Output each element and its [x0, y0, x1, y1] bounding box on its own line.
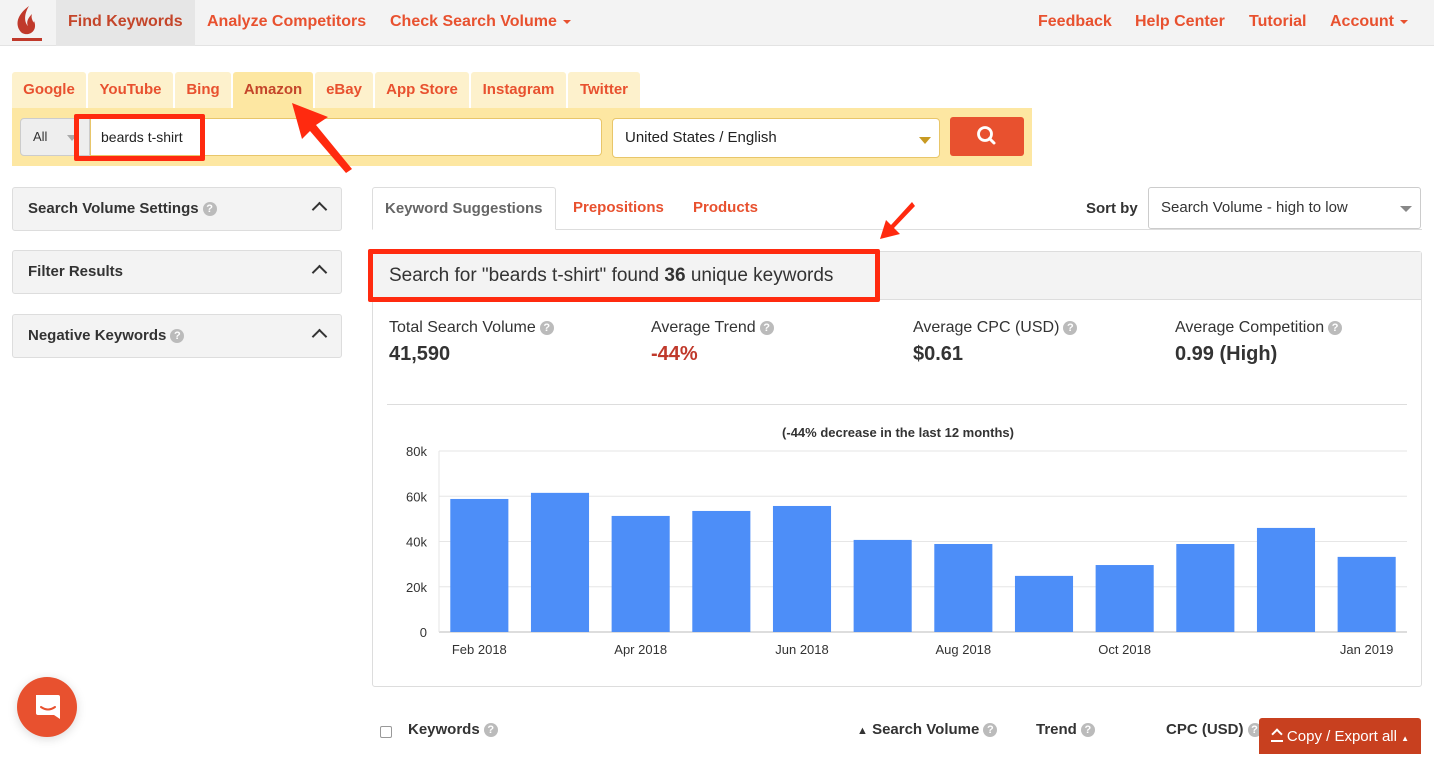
nav-help-center[interactable]: Help Center: [1123, 0, 1237, 46]
y-tick-label: 20k: [406, 580, 427, 595]
annotation-arrow-icon: [880, 202, 915, 239]
caret-up-icon: ▲: [1401, 734, 1410, 743]
select-all-checkbox[interactable]: [380, 726, 392, 738]
chat-widget-button[interactable]: [17, 677, 77, 737]
x-tick-label: Aug 2018: [935, 642, 991, 657]
chat-icon: [36, 695, 60, 719]
top-navbar: Find Keywords Analyze Competitors Check …: [0, 0, 1434, 46]
column-label: Trend: [1036, 721, 1077, 738]
tab-twitter[interactable]: Twitter: [568, 72, 640, 108]
bar: [853, 539, 912, 632]
tab-app-store[interactable]: App Store: [375, 72, 469, 108]
search-button[interactable]: [950, 117, 1024, 156]
bar: [450, 498, 509, 632]
nav-account[interactable]: Account: [1318, 0, 1420, 46]
bar: [1095, 565, 1154, 632]
nav-analyze-competitors[interactable]: Analyze Competitors: [195, 0, 378, 46]
y-tick-label: 80k: [406, 444, 427, 459]
caret-down-icon: [562, 19, 571, 24]
panel-search-volume-settings[interactable]: Search Volume Settings?: [12, 187, 342, 231]
help-icon[interactable]: ?: [983, 723, 998, 738]
location-language-value: United States / English: [625, 129, 777, 146]
search-bar: All beards t-shirt United States / Engli…: [12, 108, 1032, 166]
nav-label: Find Keywords: [68, 13, 183, 30]
search-volume-trend-chart: 0 20k 40k 60k 80k Feb 2018 Apr 2018 Jun 2018 Aug…: [406, 444, 1407, 657]
bar: [611, 515, 670, 632]
export-label: Copy / Export all: [1286, 728, 1397, 745]
tab-bing[interactable]: Bing: [175, 72, 231, 108]
bar: [530, 492, 590, 632]
bar: [1337, 556, 1396, 632]
bar: [934, 543, 993, 632]
tab-prepositions[interactable]: Prepositions: [561, 187, 676, 230]
x-tick-label: Oct 2018: [1098, 642, 1151, 657]
y-tick-label: 0: [420, 625, 427, 640]
panel-title: Filter Results: [28, 263, 124, 280]
help-icon[interactable]: ?: [483, 723, 498, 738]
panel-negative-keywords[interactable]: Negative Keywords?: [12, 314, 342, 358]
column-label: Keywords: [408, 721, 480, 738]
bar: [692, 510, 751, 632]
tab-youtube[interactable]: YouTube: [88, 72, 173, 108]
panel-title: Search Volume Settings: [28, 200, 199, 217]
column-search-volume[interactable]: ▲ Search Volume?: [857, 721, 998, 738]
location-language-select[interactable]: United States / English: [612, 118, 940, 158]
search-icon: [977, 126, 996, 145]
help-icon[interactable]: ?: [202, 202, 217, 217]
nav-label: Analyze Competitors: [207, 13, 367, 30]
sort-up-icon: ▲: [857, 725, 868, 737]
nav-find-keywords[interactable]: Find Keywords: [56, 0, 195, 46]
x-tick-label: Apr 2018: [614, 642, 667, 657]
bar: [1014, 575, 1074, 632]
x-tick-label: Jan 2019: [1340, 642, 1394, 657]
sort-by-select[interactable]: Search Volume - high to low: [1148, 187, 1421, 229]
column-label: CPC (USD): [1166, 721, 1244, 738]
tab-products[interactable]: Products: [681, 187, 770, 230]
caret-down-icon: [1400, 206, 1412, 212]
chevron-up-icon: [311, 328, 328, 345]
caret-down-icon: [1400, 19, 1408, 24]
keyword-type-select[interactable]: All: [20, 118, 90, 156]
tab-instagram[interactable]: Instagram: [471, 72, 566, 108]
caret-down-icon: [919, 137, 931, 144]
bar: [1256, 527, 1316, 632]
y-tick-label: 60k: [406, 489, 427, 504]
copy-export-all-button[interactable]: Copy / Export all ▲: [1259, 718, 1421, 754]
panel-title: Negative Keywords: [28, 327, 167, 344]
nav-feedback[interactable]: Feedback: [1026, 0, 1124, 46]
bar: [772, 505, 832, 632]
nav-check-search-volume[interactable]: Check Search Volume: [378, 0, 583, 46]
help-icon[interactable]: ?: [1080, 723, 1095, 738]
x-tick-label: Feb 2018: [452, 642, 507, 657]
bar: [1176, 543, 1235, 632]
chevron-up-icon: [311, 264, 328, 281]
sort-by-label: Sort by: [1086, 200, 1138, 217]
nav-label: Help Center: [1135, 13, 1225, 30]
caret-down-icon: [67, 135, 77, 141]
sort-value: Search Volume - high to low: [1161, 199, 1348, 216]
column-label: Search Volume: [872, 721, 980, 738]
tab-keyword-suggestions[interactable]: Keyword Suggestions: [372, 187, 556, 230]
export-icon: [1270, 728, 1283, 742]
panel-filter-results[interactable]: Filter Results: [12, 250, 342, 294]
y-tick-label: 40k: [406, 535, 427, 550]
column-keywords[interactable]: Keywords?: [408, 721, 498, 738]
results-panel: Search for "beards t-shirt" found 36 uni…: [372, 251, 1422, 687]
chevron-up-icon: [311, 201, 328, 218]
nav-label: Tutorial: [1249, 13, 1307, 30]
nav-tutorial[interactable]: Tutorial: [1237, 0, 1318, 46]
flame-logo-icon[interactable]: [10, 4, 44, 42]
column-cpc[interactable]: CPC (USD)?: [1166, 721, 1262, 738]
nav-label: Feedback: [1038, 13, 1112, 30]
help-icon[interactable]: ?: [170, 329, 185, 344]
column-trend[interactable]: Trend?: [1036, 721, 1095, 738]
tab-google[interactable]: Google: [12, 72, 86, 108]
x-tick-label: Jun 2018: [775, 642, 829, 657]
keyword-type-value: All: [33, 129, 48, 144]
annotation-arrow-icon: [292, 103, 352, 173]
nav-label: Account: [1330, 13, 1394, 30]
nav-label: Check Search Volume: [390, 13, 557, 30]
